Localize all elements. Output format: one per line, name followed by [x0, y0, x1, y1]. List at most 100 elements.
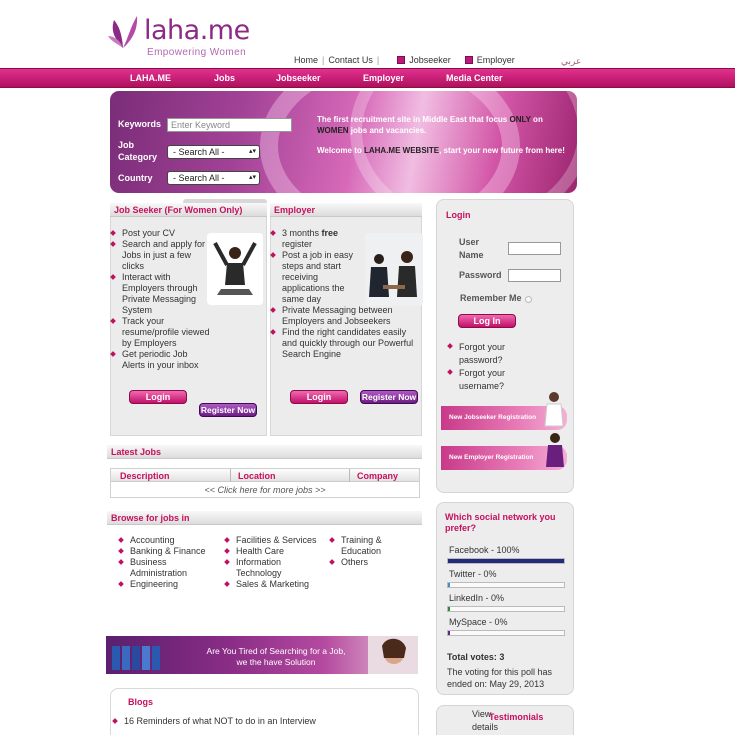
- job-category-select[interactable]: - Search All - ▴▾: [167, 145, 260, 159]
- latest-jobs-table: Description Location Company << Click he…: [110, 468, 420, 498]
- category-link[interactable]: Health Care: [224, 546, 319, 557]
- list-item: Get periodic Job Alerts in your inbox: [110, 349, 210, 371]
- blog-link[interactable]: 16 Reminders of what NOT to do in an Int…: [112, 716, 412, 727]
- list-item: Search and apply for Jobs in just a few …: [110, 239, 210, 272]
- woman-figure-icon: [544, 392, 564, 427]
- blogs-title: Blogs: [128, 697, 154, 707]
- category-link[interactable]: Banking & Finance: [118, 546, 213, 557]
- browse-title-bar: Browse for jobs in: [107, 511, 422, 525]
- job-category-value: - Search All -: [173, 147, 225, 157]
- testimonials-title: Testimonials: [489, 712, 544, 722]
- nav-jobs[interactable]: Jobs: [214, 73, 235, 83]
- category-link[interactable]: Others: [329, 557, 419, 568]
- category-link[interactable]: Accounting: [118, 535, 213, 546]
- browse-col-1: Accounting Banking & Finance Business Ad…: [118, 535, 213, 590]
- category-link[interactable]: Information Technology: [224, 557, 319, 579]
- list-item: Find the right candidates easily and qui…: [270, 327, 418, 360]
- username-input[interactable]: [508, 242, 561, 255]
- job-category-label: Job Category: [118, 140, 158, 162]
- country-label: Country: [118, 173, 153, 183]
- main-nav: LAHA.ME Jobs Jobseeker Employer Media Ce…: [0, 68, 735, 88]
- list-item: 3 months free register: [270, 228, 362, 250]
- poll-question: Which social network you prefer?: [445, 512, 556, 533]
- home-link[interactable]: Home: [294, 55, 318, 65]
- contact-us-link[interactable]: Contact Us: [328, 55, 373, 65]
- promo-text: Are You Tired of Searching for a Job, we …: [206, 646, 346, 667]
- employer-square-icon: [464, 56, 473, 64]
- select-arrows-icon: ▴▾: [248, 174, 256, 181]
- nav-media-center[interactable]: Media Center: [446, 73, 503, 83]
- employer-title-bar: Employer: [270, 203, 422, 217]
- poll-fill-twitter: [448, 583, 451, 587]
- col-company: Company: [357, 471, 399, 481]
- latest-jobs-title-bar: Latest Jobs: [107, 445, 422, 459]
- login-submit-button[interactable]: Log In: [458, 314, 516, 328]
- keywords-label: Keywords: [118, 119, 162, 129]
- poll-fill-linkedin: [448, 607, 451, 611]
- businesswoman-figure-icon: [546, 433, 564, 467]
- poll-bar-myspace: [447, 630, 565, 636]
- password-input[interactable]: [508, 269, 561, 282]
- stressed-woman-photo: [368, 636, 418, 674]
- select-arrows-icon: ▴▾: [248, 148, 256, 155]
- keyword-search-input[interactable]: Enter Keyword: [167, 118, 292, 132]
- more-jobs-link[interactable]: << Click here for more jobs >>: [111, 485, 419, 495]
- jobseeker-square-icon: [397, 56, 406, 64]
- list-item: Post a job in easy steps and start recei…: [270, 250, 362, 305]
- poll-fill-facebook: [448, 559, 564, 563]
- blogs-list: 16 Reminders of what NOT to do in an Int…: [112, 716, 412, 727]
- nav-employer[interactable]: Employer: [363, 73, 404, 83]
- promo-banner[interactable]: Are You Tired of Searching for a Job, we …: [106, 636, 418, 674]
- poll-option-label: Facebook - 100%: [449, 545, 520, 555]
- poll-option-label: MySpace - 0%: [449, 617, 508, 627]
- woman-with-laptop-photo: [207, 233, 263, 305]
- category-link[interactable]: Engineering: [118, 579, 213, 590]
- browse-col-3: Training & Education Others: [329, 535, 419, 568]
- nav-laha-me[interactable]: LAHA.ME: [130, 73, 171, 83]
- forgot-username-link[interactable]: Forgot your username?: [447, 367, 527, 393]
- nav-jobseeker[interactable]: Jobseeker: [276, 73, 321, 83]
- jobseeker-login-button[interactable]: Login: [129, 390, 187, 404]
- arabic-language-link[interactable]: عربي: [561, 56, 581, 67]
- col-description: Description: [120, 471, 170, 481]
- jobseeker-top-button[interactable]: Jobseeker: [397, 55, 451, 65]
- jobseeker-title: Job Seeker (For Women Only): [114, 205, 243, 215]
- poll-option-label: LinkedIn - 0%: [449, 593, 505, 603]
- hero-intro-text: The first recruitment site in Middle Eas…: [317, 115, 565, 155]
- country-select[interactable]: - Search All - ▴▾: [167, 171, 260, 185]
- jobseeker-top-label: Jobseeker: [409, 55, 451, 65]
- list-item: Post your CV: [110, 228, 210, 239]
- employer-benefits-list: 3 months free register Post a job in eas…: [270, 228, 362, 305]
- employer-register-button[interactable]: Register Now: [360, 390, 418, 404]
- site-tagline: Empowering Women: [147, 47, 247, 58]
- blogs-panel: [110, 688, 419, 735]
- employer-top-button[interactable]: Employer: [464, 55, 515, 65]
- employer-benefits-list-2: Private Messaging between Employers and …: [270, 305, 418, 360]
- list-item: Private Messaging between Employers and …: [270, 305, 418, 327]
- employer-login-button[interactable]: Login: [290, 390, 348, 404]
- browse-title: Browse for jobs in: [111, 513, 190, 523]
- testimonials-details-link[interactable]: details: [472, 722, 498, 732]
- jobseeker-title-bar: Job Seeker (For Women Only): [110, 203, 267, 217]
- poll-bar-facebook: [447, 558, 565, 564]
- remember-me-checkbox[interactable]: [525, 296, 532, 303]
- col-divider: [349, 469, 350, 482]
- site-logo-text[interactable]: laha.me: [144, 15, 250, 46]
- jobseeker-register-button[interactable]: Register Now: [199, 403, 257, 417]
- category-link[interactable]: Business Administration: [118, 557, 213, 579]
- forgot-password-link[interactable]: Forgot your password?: [447, 341, 527, 367]
- col-location: Location: [238, 471, 276, 481]
- butterfly-logo-icon[interactable]: [106, 14, 140, 50]
- interview-meeting-photo: [365, 233, 423, 306]
- hero-search-banner: Keywords Enter Keyword Job Category - Se…: [110, 91, 577, 193]
- country-value: - Search All -: [173, 173, 225, 183]
- poll-ended-text: The voting for this poll has ended on: M…: [447, 667, 553, 689]
- category-link[interactable]: Training & Education: [329, 535, 419, 557]
- col-divider: [230, 469, 231, 482]
- category-link[interactable]: Sales & Marketing: [224, 579, 319, 590]
- list-item: Interact with Employers through Private …: [110, 272, 210, 316]
- poll-total-votes: Total votes: 3: [447, 652, 505, 662]
- top-links: Home | Contact Us | Jobseeker Employer: [294, 55, 515, 65]
- category-link[interactable]: Facilities & Services: [224, 535, 319, 546]
- latest-jobs-title: Latest Jobs: [111, 447, 162, 457]
